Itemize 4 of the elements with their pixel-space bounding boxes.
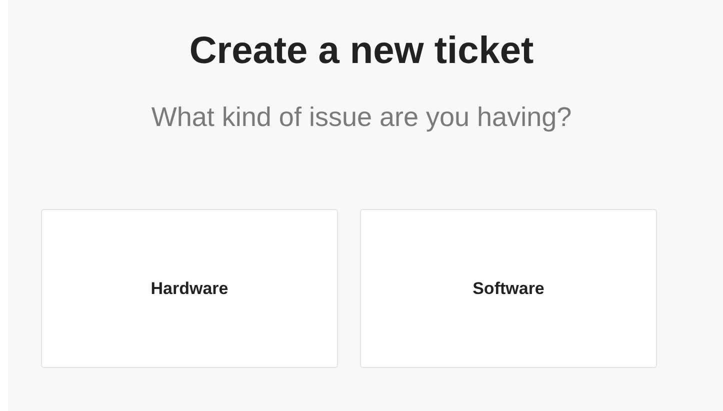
page-title: Create a new ticket bbox=[189, 29, 534, 74]
page-subtitle: What kind of issue are you having? bbox=[151, 101, 572, 134]
option-card[interactable]: Hardware bbox=[41, 209, 338, 368]
option-card[interactable]: Software bbox=[360, 209, 657, 368]
